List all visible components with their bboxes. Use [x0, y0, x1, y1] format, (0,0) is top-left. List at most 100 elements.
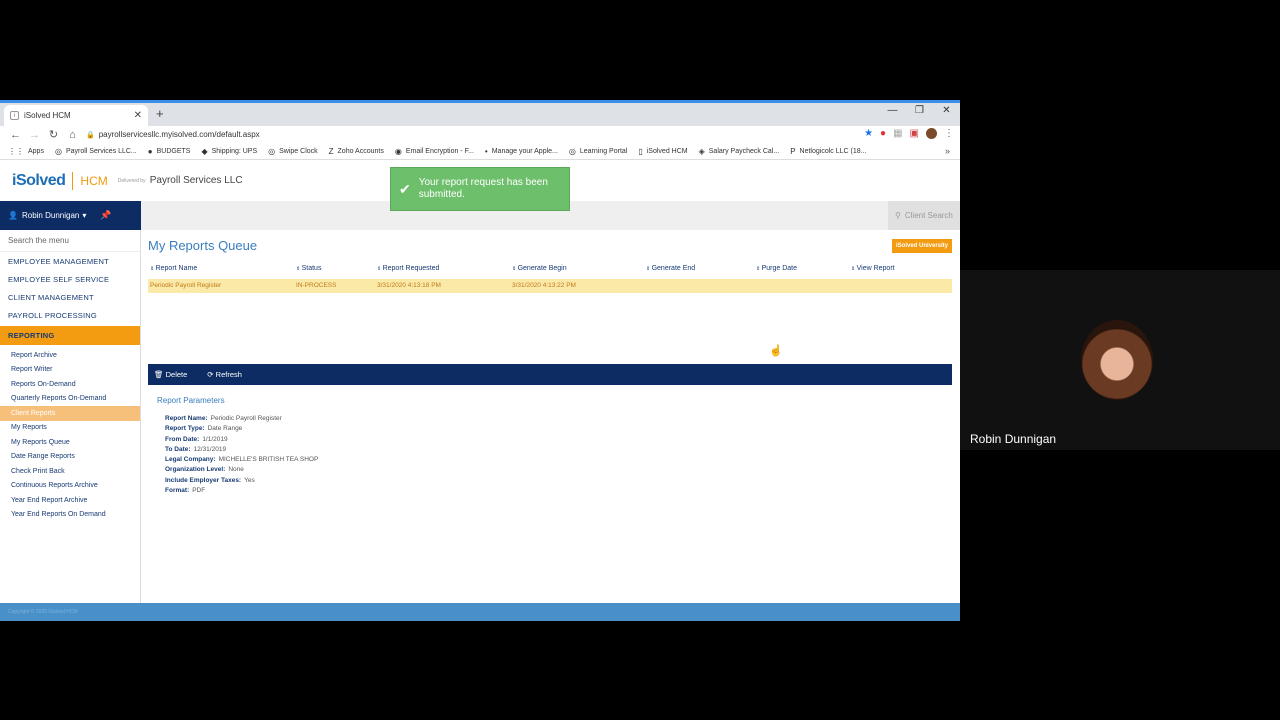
client-search[interactable]: ⚲ Client Search	[888, 201, 960, 230]
company-name: Payroll Services LLC	[149, 175, 243, 186]
bookmark-label: Zoho Accounts	[337, 147, 384, 155]
bookmark-item[interactable]: • Manage your Apple...	[485, 147, 558, 156]
sidebar-section[interactable]: EMPLOYEE SELF SERVICE	[0, 270, 140, 288]
bookmark-label: Learning Portal	[579, 147, 628, 155]
back-icon[interactable]: ←	[6, 129, 25, 141]
cell-report-name[interactable]: Periodic Payroll Register	[150, 282, 221, 289]
globe-icon: ◎	[54, 146, 62, 156]
globe-icon: ◎	[268, 146, 276, 156]
bookmark-star-icon[interactable]: ★	[864, 128, 873, 139]
menu-search-input[interactable]: Search the menu	[0, 230, 140, 252]
extension-icon[interactable]: ▦	[893, 128, 902, 139]
isolved-logo[interactable]: iSolved	[12, 172, 66, 190]
bookmark-item[interactable]: ◉ Email Encryption - F...	[395, 147, 474, 156]
bookmark-item[interactable]: ◎ Learning Portal	[569, 147, 627, 156]
sidebar-item[interactable]: Reports On-Demand	[0, 377, 140, 392]
parameter-value: Date Range	[207, 425, 243, 433]
bookmark-item[interactable]: ⋮⋮ Apps	[8, 147, 44, 156]
browser-tab[interactable]: i iSolved HCM ✕	[4, 105, 148, 126]
refresh-button[interactable]: ⟳ Refresh	[207, 370, 252, 379]
minimize-icon[interactable]: —	[879, 105, 906, 116]
search-icon: ⚲	[895, 211, 901, 220]
sidebar-item[interactable]: My Reports Queue	[0, 435, 140, 450]
sidebar-item[interactable]: Year End Report Archive	[0, 493, 140, 508]
sidebar-section[interactable]: PAYROLL PROCESSING	[0, 306, 140, 324]
parameter-row: Include Employer Taxes: Yes	[157, 476, 318, 486]
sidebar-item[interactable]: Quarterly Reports On-Demand	[0, 392, 140, 407]
browser-titlebar: i iSolved HCM ✕ + — ❐ ✕	[0, 100, 960, 126]
restore-icon[interactable]: ❐	[906, 105, 933, 116]
budget-icon: ●	[147, 146, 153, 156]
sidebar-item[interactable]: Report Archive	[0, 348, 140, 363]
client-search-label: Client Search	[904, 211, 953, 220]
extension-icon[interactable]: ▣	[910, 128, 919, 139]
bookmark-item[interactable]: ◎ Payroll Services LLC...	[55, 147, 137, 156]
bookmark-label: Apps	[28, 147, 44, 155]
success-toast[interactable]: ✔ Your report request has been submitted…	[390, 167, 570, 211]
report-toolbar: 🗑 Delete ⟳ Refresh	[148, 364, 952, 385]
sidebar-item[interactable]: Date Range Reports	[0, 450, 140, 465]
bookmark-label: Manage your Apple...	[491, 147, 558, 155]
bookmark-item[interactable]: ● BUDGETS	[148, 147, 191, 156]
sidebar-section-reporting[interactable]: REPORTING	[0, 326, 140, 345]
sidebar: Search the menu EMPLOYEE MANAGEMENT EMPLO…	[0, 230, 141, 603]
profile-avatar[interactable]	[926, 128, 937, 139]
bookmark-item[interactable]: P Netlogicolc LLC (18...	[790, 147, 866, 156]
column-header[interactable]: ⇕ Generate Begin	[512, 265, 567, 272]
url-field[interactable]: payrollservicesllc.myisolved.com/default…	[99, 130, 260, 139]
bookmark-label: iSolved HCM	[646, 147, 688, 155]
hcm-logo: HCM	[80, 173, 108, 188]
isolved-university-button[interactable]: iSolved University	[892, 239, 952, 253]
parameter-row: From Date: 1/1/2019	[157, 435, 318, 445]
pin-icon[interactable]: 📌	[100, 210, 111, 221]
sidebar-item[interactable]: Client Reports	[0, 406, 140, 421]
sidebar-section[interactable]: EMPLOYEE MANAGEMENT	[0, 252, 140, 270]
forward-icon[interactable]: →	[25, 129, 44, 141]
sidebar-item[interactable]: Continuous Reports Archive	[0, 479, 140, 494]
sidebar-item[interactable]: Year End Reports On Demand	[0, 508, 140, 523]
column-header[interactable]: ⇕ View Report	[851, 265, 895, 272]
column-header-label: View Report	[856, 265, 895, 272]
user-menu[interactable]: 👤 Robin Dunnigan ▾ 📌	[0, 201, 141, 230]
close-tab-icon[interactable]: ✕	[134, 110, 142, 121]
parameter-row: To Date: 12/31/2019	[157, 445, 318, 455]
sidebar-item[interactable]: Report Writer	[0, 363, 140, 378]
column-header[interactable]: ⇕ Generate End	[646, 265, 695, 272]
more-bookmarks-icon[interactable]: »	[945, 146, 950, 156]
bookmark-item[interactable]: ◈ Salary Paycheck Cal...	[699, 147, 780, 156]
sidebar-item[interactable]: Check Print Back	[0, 464, 140, 479]
column-header[interactable]: ⇕ Status	[296, 265, 321, 272]
reload-icon[interactable]: ↻	[44, 128, 63, 141]
delete-button[interactable]: 🗑 Delete	[154, 370, 197, 379]
grid-icon: ⋮⋮	[8, 146, 24, 156]
app: iSolved HCM Delivered by Payroll Service…	[0, 160, 960, 621]
p-icon: P	[790, 146, 796, 156]
paycheck-icon: ◈	[698, 146, 705, 156]
bookmark-item[interactable]: ▯ iSolved HCM	[638, 147, 687, 156]
extension-icon[interactable]: ●	[880, 128, 886, 139]
home-icon[interactable]: ⌂	[63, 129, 82, 141]
report-parameters: Report Parameters Report Name: Periodic P…	[157, 396, 318, 496]
bookmark-item[interactable]: ◆ Shipping: UPS	[201, 147, 257, 156]
close-window-icon[interactable]: ✕	[933, 105, 960, 116]
column-header[interactable]: ⇕ Report Name	[150, 265, 197, 272]
address-bar: ← → ↻ ⌂ 🔒 payrollservicesllc.myisolved.c…	[0, 126, 960, 143]
page-icon: i	[10, 111, 19, 120]
parameter-row: Format: PDF	[157, 486, 318, 496]
cell-status: IN-PROCESS	[296, 282, 337, 289]
column-header[interactable]: ⇕ Purge Date	[756, 265, 797, 272]
window-controls: — ❐ ✕	[879, 105, 960, 116]
sidebar-section[interactable]: CLIENT MANAGEMENT	[0, 288, 140, 306]
menu-kebab-icon[interactable]: ⋮	[944, 128, 954, 139]
new-tab-icon[interactable]: +	[156, 106, 164, 121]
table-row[interactable]: Periodic Payroll Register IN-PROCESS 3/3…	[148, 279, 952, 293]
bookmark-item[interactable]: Z Zoho Accounts	[329, 147, 384, 156]
column-header[interactable]: ⇕ Report Requested	[377, 265, 439, 272]
column-header-label: Generate End	[651, 265, 696, 272]
bookmark-label: Payroll Services LLC...	[65, 147, 137, 155]
bookmark-item[interactable]: ◎ Swipe Clock	[268, 147, 318, 156]
bookmark-label: Swipe Clock	[279, 147, 318, 155]
parameter-key: Organization Level:	[165, 466, 226, 474]
sidebar-item[interactable]: My Reports	[0, 421, 140, 436]
parameter-key: From Date:	[165, 435, 200, 443]
